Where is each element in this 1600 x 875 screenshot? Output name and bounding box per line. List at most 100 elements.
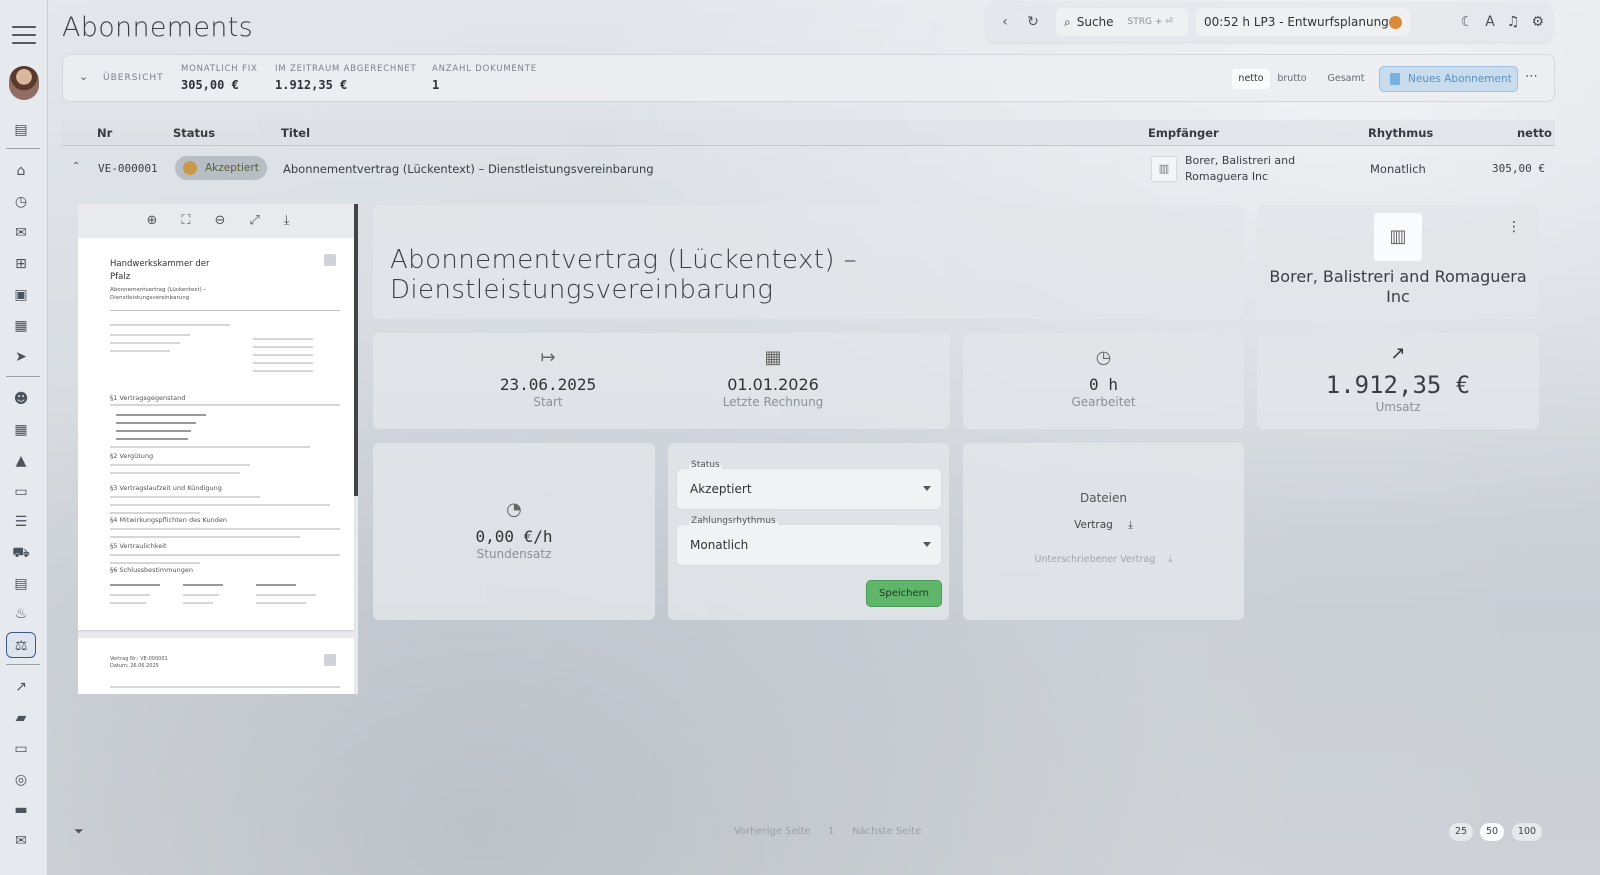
overview-key: ANZAHL DOKUMENTE [432,64,537,74]
header-titel[interactable]: Titel [281,126,310,140]
next-page-button[interactable]: Nächste Seite [852,826,921,837]
prev-page-button[interactable]: Vorherige Seite [734,826,811,837]
preview-text-line [110,334,190,336]
hierarchy-icon[interactable]: ⊞ [12,256,30,272]
chevron-down-icon[interactable]: ⌄ [79,70,88,83]
more-vertical-icon[interactable]: ⋮ [1507,219,1521,235]
header-empfaenger[interactable]: Empfänger [1148,126,1219,140]
new-subscription-button[interactable]: Neues Abonnement [1379,66,1518,92]
trend-icon[interactable]: ↗ [12,679,30,695]
files-title: Dateien [1079,491,1127,505]
overview-value: 1 [432,78,440,92]
back-icon[interactable]: ‹ [994,14,1016,30]
contacts-icon[interactable]: ▣ [12,287,30,303]
header-nr[interactable]: Nr [97,126,112,140]
status-select[interactable]: Status Akzeptiert [676,460,942,510]
search-button[interactable]: ⌕ Suche STRG + ⏎ [1056,8,1188,36]
preview-section: §6 Schlussbestimmungen [110,566,193,574]
overview-billed: IM ZEITRAUM ABGERECHNET 1.912,35 € [275,64,416,92]
download-icon[interactable]: ⤓ [284,213,290,228]
start-value: 23.06.2025 [499,375,597,394]
preview-text-line [110,594,150,596]
search-label: Suche [1076,15,1114,29]
file-contract-label: Vertrag [1074,519,1113,531]
calendar-icon[interactable]: ▦ [12,318,30,334]
home-icon[interactable]: ⌂ [12,163,30,179]
bell-icon[interactable]: ♫ [1507,14,1520,30]
zoom-in-icon[interactable]: ⊕ [146,213,157,228]
timer-icon [1389,15,1402,29]
translate-icon[interactable]: A [1485,14,1495,30]
preview-text-line [253,370,313,372]
support-icon[interactable]: ◎ [12,772,30,788]
document-icon[interactable]: ▭ [12,484,30,500]
truck-icon[interactable]: ⛟ [12,545,30,561]
preview-scrollbar[interactable] [354,204,358,496]
archive-icon[interactable]: ▭ [12,741,30,757]
mail-icon[interactable]: ✉ [12,225,30,241]
toggle-brutto[interactable]: brutto [1272,69,1312,89]
chevron-up-icon[interactable]: ⌃ [72,161,80,172]
avatar[interactable] [9,66,39,100]
preview-text-line [110,342,180,344]
page-size-50[interactable]: 50 [1480,823,1504,841]
preview-text-line [253,338,313,340]
status-badge: Akzeptiert [175,156,267,180]
shapes-icon[interactable]: ▲ [12,453,30,469]
file-signed-contract[interactable]: Unterschriebener Vertrag ⤓ [963,554,1244,565]
briefcase-icon[interactable]: ▰ [12,710,30,726]
team-icon[interactable]: ☻ [12,391,30,407]
preview-text-line [110,324,230,326]
rhythm-select[interactable]: Zahlungsrhythmus Monatlich [676,516,942,566]
more-icon[interactable]: ⋯ [1525,69,1538,84]
header-netto[interactable]: netto [1517,126,1552,140]
gear-icon[interactable]: ⚙ [1531,14,1544,30]
toggle-gesamt[interactable]: Gesamt [1325,69,1367,89]
page-size-25[interactable]: 25 [1449,823,1473,841]
sidebar: ▤ ⌂ ◷ ✉ ⊞ ▣ ▦ ➤ ☻ ▦ ▲ ▭ ☰ ⛟ ▤ ♨ ⚖ ↗ ▰ ▭ … [0,0,48,875]
document-preview[interactable]: ⊕ ⛶ ⊖ ⤢ ⤓ Handwerkskammer der Pfalz Abon… [78,204,358,694]
folder-icon[interactable]: ▬ [12,802,30,818]
zoom-out-icon[interactable]: ⊖ [214,213,225,228]
save-button[interactable]: Speichern [866,580,942,607]
dark-mode-icon[interactable]: ☾ [1461,14,1474,30]
table-row[interactable]: ⌃ VE-000001 Akzeptiert Abonnementvertrag… [62,148,1555,190]
alarm-icon[interactable]: ♨ [12,606,30,622]
refresh-icon[interactable]: ↻ [1022,14,1044,30]
send-icon[interactable]: ➤ [12,349,30,365]
inbox-icon[interactable]: ✉ [12,833,30,849]
worked-stat: ◷ 0 h Gearbeitet [963,347,1244,409]
register-icon[interactable]: ▤ [12,576,30,592]
preview-text-line [116,422,196,424]
preview-text-line [116,430,191,432]
preview-text-line [110,350,170,352]
download-icon[interactable]: ⤓ [1168,554,1172,565]
book-icon[interactable]: ▤ [12,122,30,138]
preview-text-line [110,446,310,448]
file-contract[interactable]: Vertrag ⤓ [963,519,1244,532]
filter-icon[interactable]: ⏷ [74,824,84,839]
gavel-icon[interactable]: ⚖ [6,632,36,658]
toggle-netto[interactable]: netto [1232,69,1270,89]
download-icon[interactable]: ⤓ [1128,519,1133,531]
clock-icon[interactable]: ◷ [12,194,30,210]
fit-icon[interactable]: ⛶ [181,213,190,228]
header-rhythmus[interactable]: Rhythmus [1368,126,1433,140]
settings-card: Status Akzeptiert Zahlungsrhythmus Monat… [668,443,949,620]
calendar-grid-icon[interactable]: ▦ [12,422,30,438]
sidebar-divider [6,148,40,149]
clock-icon: ◷ [1095,347,1112,368]
customer-card: ▥ Borer, Balistreri and Romaguera Inc ⋮ [1257,205,1539,319]
revenue-card: ↗ 1.912,35 € Umsatz [1257,333,1539,429]
page-size-100[interactable]: 100 [1512,823,1542,841]
revenue-label: Umsatz [1375,400,1421,414]
status-select-label: Status [689,460,722,470]
time-tracker[interactable]: 00:52 h LP3 - Entwurfsplanung [1196,8,1410,36]
file-signed-label: Unterschriebener Vertrag [1034,554,1156,565]
expand-icon[interactable]: ⤢ [249,213,259,228]
list-icon[interactable]: ☰ [12,514,30,530]
menu-icon[interactable] [12,26,36,44]
preview-doc-title: Abonnementvertrag (Lückentext) – Dienstl… [110,287,207,301]
header-status[interactable]: Status [173,126,215,140]
customer-name[interactable]: Borer, Balistreri and Romaguera Inc [1257,267,1539,307]
